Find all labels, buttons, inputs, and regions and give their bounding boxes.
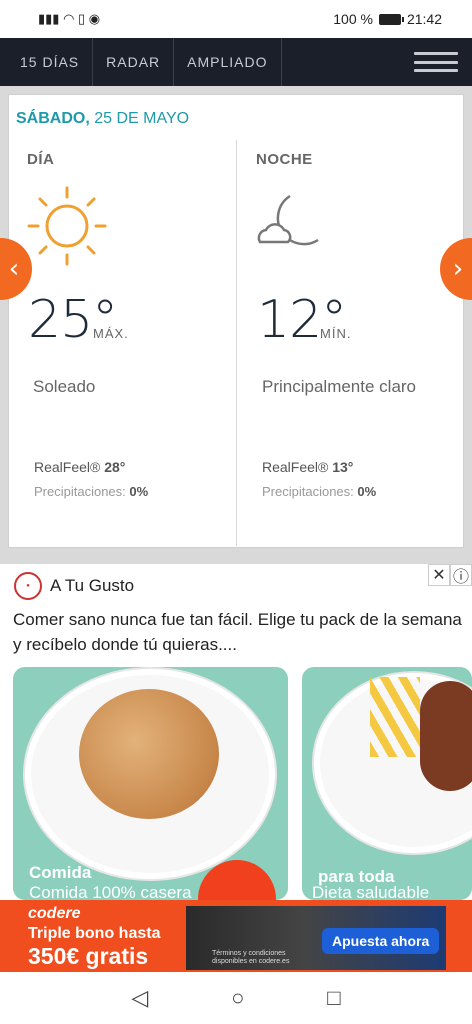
home-icon[interactable]: ○ [231,985,244,1011]
tab-radar[interactable]: RADAR [93,38,175,86]
ad-controls: ✕ ⓘ [428,564,472,586]
hamburger-icon[interactable] [414,50,458,74]
chevron-left-icon: ‹ [8,254,20,284]
day-realfeel: RealFeel® 28° [34,459,126,475]
day-label: DÍA [27,151,55,168]
ad-brand-logo: ● [14,572,42,600]
battery-percent: 100 % [333,11,373,27]
pasta-image [79,689,219,819]
ad-brand-name: A Tu Gusto [50,576,135,595]
ad-description[interactable]: Comer sano nunca fue tan fácil. Elige tu… [13,607,463,657]
status-icons: ▮▮▮ ◠ ▯ ◉ [38,11,100,27]
day-precipitation: Precipitaciones: 0% [34,484,149,499]
clock: 21:42 [406,11,442,27]
ad-info-icon[interactable]: ⓘ [450,564,472,586]
banner-fine-print: Términos y condiciones disponibles en co… [212,950,290,965]
night-temperature: 12° [257,290,347,350]
night-label: NOCHE [256,151,313,168]
ad-header[interactable]: ● A Tu Gusto [14,572,134,600]
ad-tile-caption: Dieta saludable [312,883,430,900]
night-precipitation: Precipitaciones: 0% [262,484,377,499]
banner-line1: Triple bono hasta [28,925,161,942]
back-icon[interactable]: ◁ [131,985,148,1011]
ad-tile-caption: Comida 100% casera [29,883,192,900]
signal-icon: ▮▮▮ ◠ ▯ ◉ [38,11,101,26]
banner-logo: codere [28,905,81,922]
column-divider [236,140,237,546]
recents-icon[interactable]: □ [327,985,340,1011]
status-right: 100 % 21:42 [333,11,442,27]
moon-cloud-icon [257,194,319,246]
fries-image [370,677,420,757]
sun-icon [27,186,107,266]
system-nav-bar: ◁ ○ □ [0,972,472,1024]
forecast-date: SÁBADO, 25 DE MAYO [16,110,190,127]
day-temperature: 25° [28,290,118,350]
ad-close-icon[interactable]: ✕ [428,564,450,586]
night-description: Principalmente claro [262,377,417,396]
tab-extended[interactable]: AMPLIADO [174,38,282,86]
meatball-image [420,681,472,791]
top-nav: 15 DÍAS RADAR AMPLIADO [0,38,472,86]
ad-tile-meat[interactable]: para toda Dieta saludable [302,667,472,900]
night-realfeel: RealFeel® 13° [262,459,354,475]
banner-line2: 350€ gratis [28,943,149,969]
battery-icon [378,13,404,25]
chevron-right-icon: › [452,254,464,284]
night-temp-unit: MÍN. [320,326,352,341]
day-description: Soleado [33,377,96,396]
banner-cta-button[interactable]: Apuesta ahora [322,928,440,954]
day-temp-unit: MÁX. [93,326,129,341]
ad-tile-overlay: Comida [29,863,92,882]
status-bar: ▮▮▮ ◠ ▯ ◉ 100 % 21:42 [0,0,472,38]
tab-15-days[interactable]: 15 DÍAS [0,38,94,86]
